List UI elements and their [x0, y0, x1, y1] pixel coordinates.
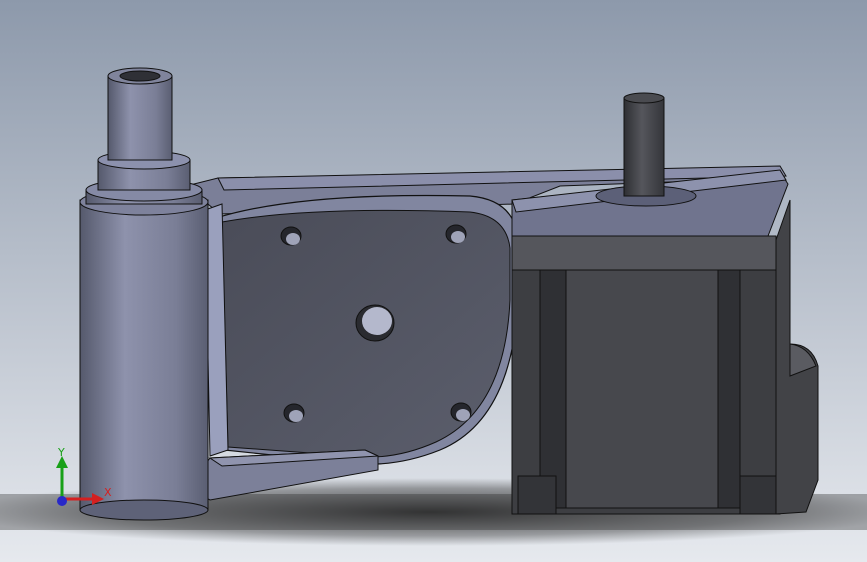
z-axis-dot: [57, 496, 67, 506]
y-axis-label: Y: [57, 446, 65, 459]
cad-viewport[interactable]: Y X: [0, 0, 867, 562]
x-axis-label: X: [104, 486, 112, 499]
center-bore: [355, 304, 395, 342]
model-view[interactable]: Y X: [0, 0, 867, 562]
